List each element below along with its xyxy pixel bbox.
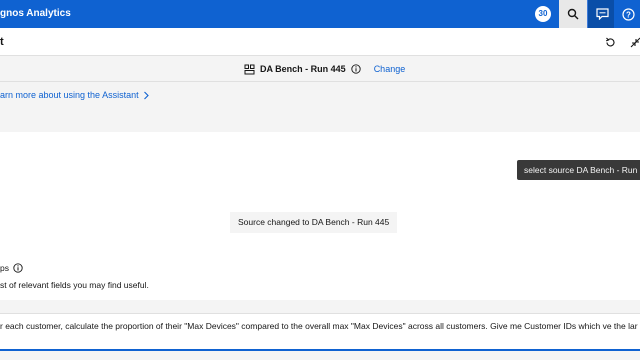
suggestions-description: st of relevant fields you may find usefu… [0,280,149,290]
learn-more-label: arn more about using the Assistant [0,90,139,100]
search-button[interactable] [559,0,587,28]
data-module-icon [244,64,255,74]
info-icon[interactable] [13,263,23,273]
data-source-bar: DA Bench - Run 445 Change [0,56,640,82]
data-source-name: DA Bench - Run 445 [260,64,346,74]
chat-icon [595,8,609,20]
assistant-header: t [0,28,640,56]
tooltip: select source DA Bench - Run [517,160,640,180]
source-changed-message: Source changed to DA Bench - Run 445 [230,212,398,233]
learn-more-link[interactable]: arn more about using the Assistant [0,90,150,100]
suggestions-title: ps [0,263,9,273]
collapse-icon [630,37,640,47]
search-icon [567,8,579,20]
notification-badge[interactable]: 30 [535,6,551,22]
top-navigation-bar: gnos Analytics 30 ? [0,0,640,28]
reset-conversation-button[interactable] [602,34,618,50]
change-source-link[interactable]: Change [374,64,406,74]
app-title: gnos Analytics [0,8,71,19]
suggestions-heading: ps [0,263,23,273]
question-input[interactable]: r each customer, calculate the proportio… [0,313,640,351]
help-icon: ? [621,7,635,21]
help-button[interactable]: ? [614,0,640,28]
data-source-info: DA Bench - Run 445 Change [244,56,405,82]
chevron-right-icon [143,91,149,99]
assistant-chat-button[interactable] [588,0,616,28]
svg-text:?: ? [626,10,631,19]
panel-title: t [0,36,4,48]
info-icon[interactable] [351,64,361,74]
collapse-panel-button[interactable] [627,34,640,50]
refresh-icon [605,37,614,46]
